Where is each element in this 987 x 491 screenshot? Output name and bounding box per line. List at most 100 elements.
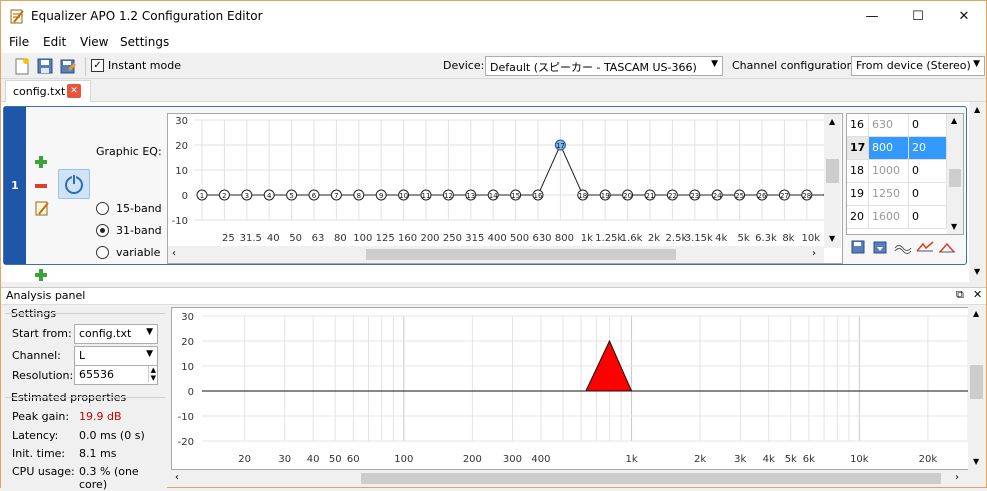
save-icon[interactable] xyxy=(36,57,54,75)
editor-vertical-scrollbar[interactable]: ▲ ▼ xyxy=(969,102,986,282)
scrollbar-thumb[interactable] xyxy=(826,159,839,183)
add-filter-icon[interactable] xyxy=(35,269,47,281)
graph-vertical-scrollbar[interactable]: ▲ ▼ xyxy=(824,114,841,248)
radio-15-band-label: 15-band xyxy=(116,202,162,215)
analysis-vertical-scrollbar[interactable]: ▲ ▼ xyxy=(968,307,985,470)
scrollbar-thumb[interactable] xyxy=(970,365,983,399)
radio-31-band[interactable] xyxy=(96,224,109,237)
x-tick-label: 250 xyxy=(443,233,462,244)
import-icon[interactable] xyxy=(872,239,888,255)
x-tick-label: 20 xyxy=(238,454,251,465)
menu-settings[interactable]: Settings xyxy=(120,35,169,49)
tab-label: config.txt xyxy=(13,85,66,98)
device-select[interactable]: Default (スピーカー - TASCAM US-366) ▼ xyxy=(485,56,723,76)
chevron-left-icon[interactable]: ‹ xyxy=(172,248,176,259)
band-frequency-cell[interactable]: 800 xyxy=(869,137,909,160)
start-from-select[interactable]: config.txt ▼ xyxy=(74,324,158,344)
tab-config[interactable]: config.txt ✕ xyxy=(5,80,91,102)
scrollbar-thumb[interactable] xyxy=(361,473,941,484)
chevron-down-icon[interactable]: ▼ xyxy=(973,457,979,466)
band-index-cell[interactable]: 19 xyxy=(847,183,869,206)
toolbar: ✓ Instant mode Device: Default (スピーカー - … xyxy=(1,54,986,79)
analysis-horizontal-scrollbar[interactable]: ‹ › xyxy=(171,470,968,487)
invert-curve-icon[interactable] xyxy=(916,239,934,255)
chevron-down-icon[interactable]: ▼ xyxy=(974,267,980,276)
band-frequency-cell[interactable]: 1600 xyxy=(869,206,909,229)
eq-band-point-label: 11 xyxy=(422,192,431,200)
chevron-right-icon[interactable]: › xyxy=(955,472,959,483)
init-time-label: Init. time: xyxy=(12,447,66,460)
chevron-right-icon[interactable]: › xyxy=(812,248,816,259)
x-tick-label: 315 xyxy=(465,233,484,244)
eq-band-point-label: 15 xyxy=(511,192,520,200)
x-tick-label: 400 xyxy=(531,454,550,465)
table-vertical-scrollbar[interactable]: ▲ ▼ xyxy=(947,114,963,234)
power-toggle-button[interactable] xyxy=(58,169,90,199)
chevron-up-icon[interactable]: ▲ xyxy=(973,309,979,318)
menu-edit[interactable]: Edit xyxy=(43,35,66,49)
add-filter-icon[interactable] xyxy=(34,155,48,169)
chevron-down-icon[interactable]: ▼ xyxy=(829,234,835,243)
reset-curve-icon[interactable] xyxy=(894,239,912,255)
eq-band-point-label: 7 xyxy=(334,192,338,200)
x-tick-label: 3k xyxy=(734,454,746,465)
maximize-button[interactable]: ☐ xyxy=(895,1,941,32)
band-frequency-cell[interactable]: 1250 xyxy=(869,183,909,206)
float-panel-icon[interactable]: ⧉ xyxy=(956,288,964,302)
chevron-down-icon[interactable]: ▼ xyxy=(951,222,957,231)
graph-horizontal-scrollbar[interactable]: ‹ › xyxy=(168,246,824,263)
graphic-eq-svg[interactable]: 3020100-1025 31.5 40 50 63 80 100 125 160 200 250 3… xyxy=(168,114,842,263)
band-gain-cell[interactable]: 0 xyxy=(909,183,947,206)
chevron-up-icon[interactable]: ▲ xyxy=(974,105,980,114)
chevron-up-icon[interactable]: ▲ xyxy=(829,117,835,126)
edit-filter-icon[interactable] xyxy=(34,200,50,216)
band-gain-cell[interactable]: 0 xyxy=(909,206,947,229)
band-gain-cell[interactable]: 0 xyxy=(909,114,947,137)
eq-band-point-label: 20 xyxy=(623,192,632,200)
eq-band-point-label: 14 xyxy=(489,192,498,200)
x-tick-label: 6.3k xyxy=(755,233,777,244)
normalize-curve-icon[interactable] xyxy=(938,239,956,255)
save-icon[interactable] xyxy=(850,239,866,255)
x-tick-label: 160 xyxy=(398,233,417,244)
band-index-cell[interactable]: 16 xyxy=(847,114,869,137)
band-index-cell[interactable]: 18 xyxy=(847,160,869,183)
radio-variable[interactable] xyxy=(96,246,109,259)
band-index-cell[interactable]: 20 xyxy=(847,206,869,229)
x-tick-label: 40 xyxy=(307,454,320,465)
scrollbar-thumb[interactable] xyxy=(366,249,676,260)
band-index-cell[interactable]: 17 xyxy=(847,137,869,160)
menu-view[interactable]: View xyxy=(80,35,108,49)
eq-band-point-label: 9 xyxy=(379,192,383,200)
band-frequency-cell[interactable]: 1000 xyxy=(869,160,909,183)
minimize-button[interactable]: — xyxy=(849,1,895,32)
band-gain-cell[interactable]: 20 xyxy=(909,137,947,160)
latency-label: Latency: xyxy=(12,429,59,442)
chevron-up-icon[interactable]: ▲ xyxy=(951,116,957,125)
instant-mode-checkbox[interactable]: ✓ xyxy=(91,59,104,72)
chevron-down-icon: ▼ xyxy=(146,349,153,359)
band-frequency-cell[interactable]: 630 xyxy=(869,114,909,137)
channel-select[interactable]: L ▼ xyxy=(74,346,158,366)
remove-filter-icon[interactable] xyxy=(34,179,48,193)
x-tick-label: 60 xyxy=(347,454,360,465)
new-file-icon[interactable] xyxy=(13,57,31,75)
x-tick-label: 40 xyxy=(267,233,280,244)
band-gain-cell[interactable]: 0 xyxy=(909,160,947,183)
save-as-icon[interactable] xyxy=(59,57,77,75)
x-tick-label: 5k xyxy=(785,454,797,465)
radio-15-band[interactable] xyxy=(96,202,109,215)
resolution-spinbox[interactable]: 65536 ▲ ▼ xyxy=(74,365,158,385)
x-tick-label: 2k xyxy=(648,233,660,244)
graphic-eq-graph[interactable]: 30 20 10 0 -10 25 31.5 40 50 63 80 100 125 160 200 250 3… xyxy=(167,113,843,264)
frequency-response-graph[interactable]: 30 20 10 0 -10 -20 20 30 40 50 60 100 200 300 400 1k 2k 3… xyxy=(171,307,969,470)
close-panel-icon[interactable]: ✕ xyxy=(973,288,982,301)
channel-config-select[interactable]: From device (Stereo) ▼ xyxy=(851,56,985,76)
spinner-arrows-icon[interactable]: ▲ ▼ xyxy=(147,366,156,382)
x-tick-label: 200 xyxy=(463,454,482,465)
tab-close-icon[interactable]: ✕ xyxy=(67,84,81,98)
menu-file[interactable]: File xyxy=(9,35,29,49)
close-window-button[interactable]: ✕ xyxy=(941,1,987,32)
chevron-left-icon[interactable]: ‹ xyxy=(175,472,179,483)
scrollbar-thumb[interactable] xyxy=(949,169,961,187)
